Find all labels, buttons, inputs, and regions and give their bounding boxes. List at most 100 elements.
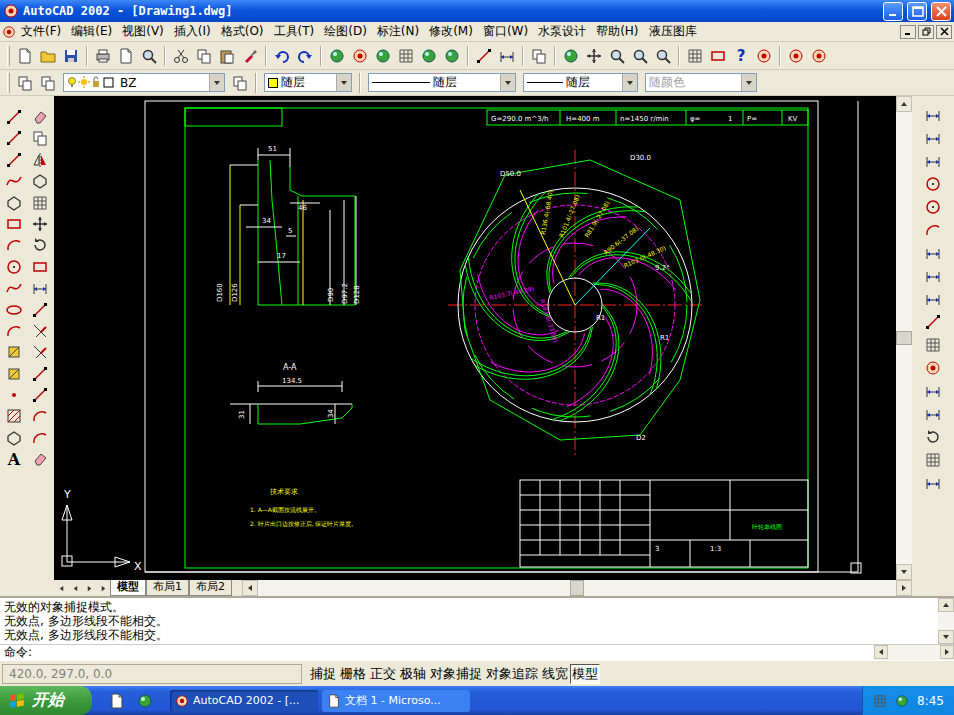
status-toggle[interactable]: 捕捉 <box>308 664 338 684</box>
explode-button[interactable] <box>29 448 51 470</box>
chamfer-button[interactable] <box>29 405 51 427</box>
linear-dim-button[interactable] <box>922 104 944 126</box>
menu-item[interactable]: 文件(F) <box>16 22 66 41</box>
arc-button[interactable] <box>3 234 25 256</box>
dim-style-button[interactable] <box>922 449 944 471</box>
menu-item[interactable]: 标注(N) <box>372 22 424 41</box>
minimize-button[interactable] <box>883 2 903 21</box>
text-tool-button[interactable]: A <box>3 448 25 470</box>
status-toggle[interactable]: 极轴 <box>398 664 428 684</box>
quick-dim-button[interactable] <box>922 242 944 264</box>
menu-item[interactable]: 帮助(H) <box>591 22 643 41</box>
mirror-button[interactable] <box>29 149 51 171</box>
status-toggle[interactable]: 对象捕捉 <box>428 664 484 684</box>
layout-tab[interactable]: 模型 <box>110 580 146 596</box>
command-hscroll[interactable] <box>874 645 954 660</box>
pan-button[interactable] <box>583 45 605 67</box>
menu-item[interactable]: 工具(T) <box>269 22 320 41</box>
undo-button[interactable] <box>271 45 293 67</box>
paste-button[interactable] <box>216 45 238 67</box>
make-current-button[interactable] <box>229 72 251 94</box>
properties-button[interactable] <box>395 45 417 67</box>
hydraulic-button[interactable] <box>753 45 775 67</box>
tool-palette-button[interactable] <box>418 45 440 67</box>
region-button[interactable] <box>3 427 25 449</box>
scroll-thumb[interactable] <box>570 580 584 596</box>
menu-item[interactable]: 视图(V) <box>117 22 169 41</box>
erase-button[interactable] <box>29 106 51 128</box>
color-dropdown[interactable]: 随层 <box>264 73 352 92</box>
line-button[interactable] <box>3 106 25 128</box>
layer-dropdown-arrow[interactable] <box>209 74 224 91</box>
construction-line-button[interactable] <box>3 127 25 149</box>
taskbar-task[interactable]: 文档 1 - Microso... <box>322 690 470 712</box>
doc-restore-button[interactable] <box>918 25 934 39</box>
redo-button[interactable] <box>294 45 316 67</box>
dim-update-button[interactable] <box>922 426 944 448</box>
stretch-button[interactable] <box>29 277 51 299</box>
ie-button[interactable] <box>134 690 156 712</box>
polyline-button[interactable] <box>3 170 25 192</box>
linetype-dropdown[interactable]: 随层 <box>368 73 516 92</box>
status-toggle[interactable]: 线宽 <box>540 664 570 684</box>
menu-item[interactable]: 水泵设计 <box>533 22 591 41</box>
object-properties-button[interactable] <box>684 45 706 67</box>
lineweight-dropdown[interactable]: 随层 <box>523 73 638 92</box>
oblique-dim-button[interactable] <box>922 472 944 494</box>
spline-button[interactable] <box>3 277 25 299</box>
copy-object-button[interactable] <box>29 127 51 149</box>
layer-previous-button[interactable] <box>37 72 59 94</box>
status-toggle[interactable]: 模型 <box>570 664 600 684</box>
tolerance-button[interactable] <box>922 334 944 356</box>
radius-dim-button[interactable] <box>922 173 944 195</box>
polygon-button[interactable] <box>3 192 25 214</box>
color-dropdown-arrow[interactable] <box>336 74 351 91</box>
tab-nav-button[interactable] <box>68 580 82 596</box>
horizontal-scrollbar[interactable] <box>242 580 912 596</box>
open-button[interactable] <box>37 45 59 67</box>
menu-item[interactable]: 绘图(D) <box>319 22 372 41</box>
tab-nav-button[interactable] <box>82 580 96 596</box>
layout-tab[interactable]: 布局2 <box>189 580 232 596</box>
scroll-thumb[interactable] <box>896 331 912 345</box>
multiline-button[interactable] <box>3 149 25 171</box>
zoom-realtime-button[interactable] <box>606 45 628 67</box>
baseline-dim-button[interactable] <box>922 265 944 287</box>
design-center-button[interactable] <box>372 45 394 67</box>
array-button[interactable] <box>29 192 51 214</box>
3d-orbit-button[interactable] <box>473 45 495 67</box>
preview-button[interactable] <box>115 45 137 67</box>
layer-manager-button[interactable] <box>14 72 36 94</box>
drawing-canvas[interactable]: G=290.0 m^3/hH=400 mn=1450 r/minφ=1P=KV5… <box>54 96 896 580</box>
find-button[interactable] <box>138 45 160 67</box>
lengthen-button[interactable] <box>29 299 51 321</box>
extend-button[interactable] <box>29 341 51 363</box>
menu-item[interactable]: 格式(O) <box>216 22 269 41</box>
offset-button[interactable] <box>29 170 51 192</box>
ordinate-dim-button[interactable] <box>922 150 944 172</box>
ellipse-arc-button[interactable] <box>3 320 25 342</box>
copy-button[interactable] <box>193 45 215 67</box>
print-button[interactable] <box>92 45 114 67</box>
menu-item[interactable]: 编辑(E) <box>66 22 117 41</box>
tab-nav-button[interactable] <box>54 580 68 596</box>
help-button[interactable]: ? <box>730 45 752 67</box>
close-button[interactable] <box>931 2 951 21</box>
break-button[interactable] <box>29 384 51 406</box>
match-properties-button[interactable] <box>239 45 261 67</box>
rotate-button[interactable] <box>29 234 51 256</box>
status-toggle[interactable]: 正交 <box>368 664 398 684</box>
save-button[interactable] <box>60 45 82 67</box>
hyperlink-button[interactable] <box>326 45 348 67</box>
ellipse-button[interactable] <box>3 299 25 321</box>
dim-text-edit-button[interactable] <box>922 403 944 425</box>
angular-dim-button[interactable] <box>922 219 944 241</box>
diameter-dim-button[interactable] <box>922 196 944 218</box>
taskbar-task[interactable]: AutoCAD 2002 - [... <box>170 690 318 712</box>
doc-minimize-button[interactable] <box>900 25 916 39</box>
vertical-scrollbar[interactable] <box>896 96 912 580</box>
tab-nav-button[interactable] <box>96 580 110 596</box>
command-scrollbar[interactable] <box>938 598 954 644</box>
continue-dim-button[interactable] <box>922 288 944 310</box>
show-desktop-button[interactable] <box>106 690 128 712</box>
